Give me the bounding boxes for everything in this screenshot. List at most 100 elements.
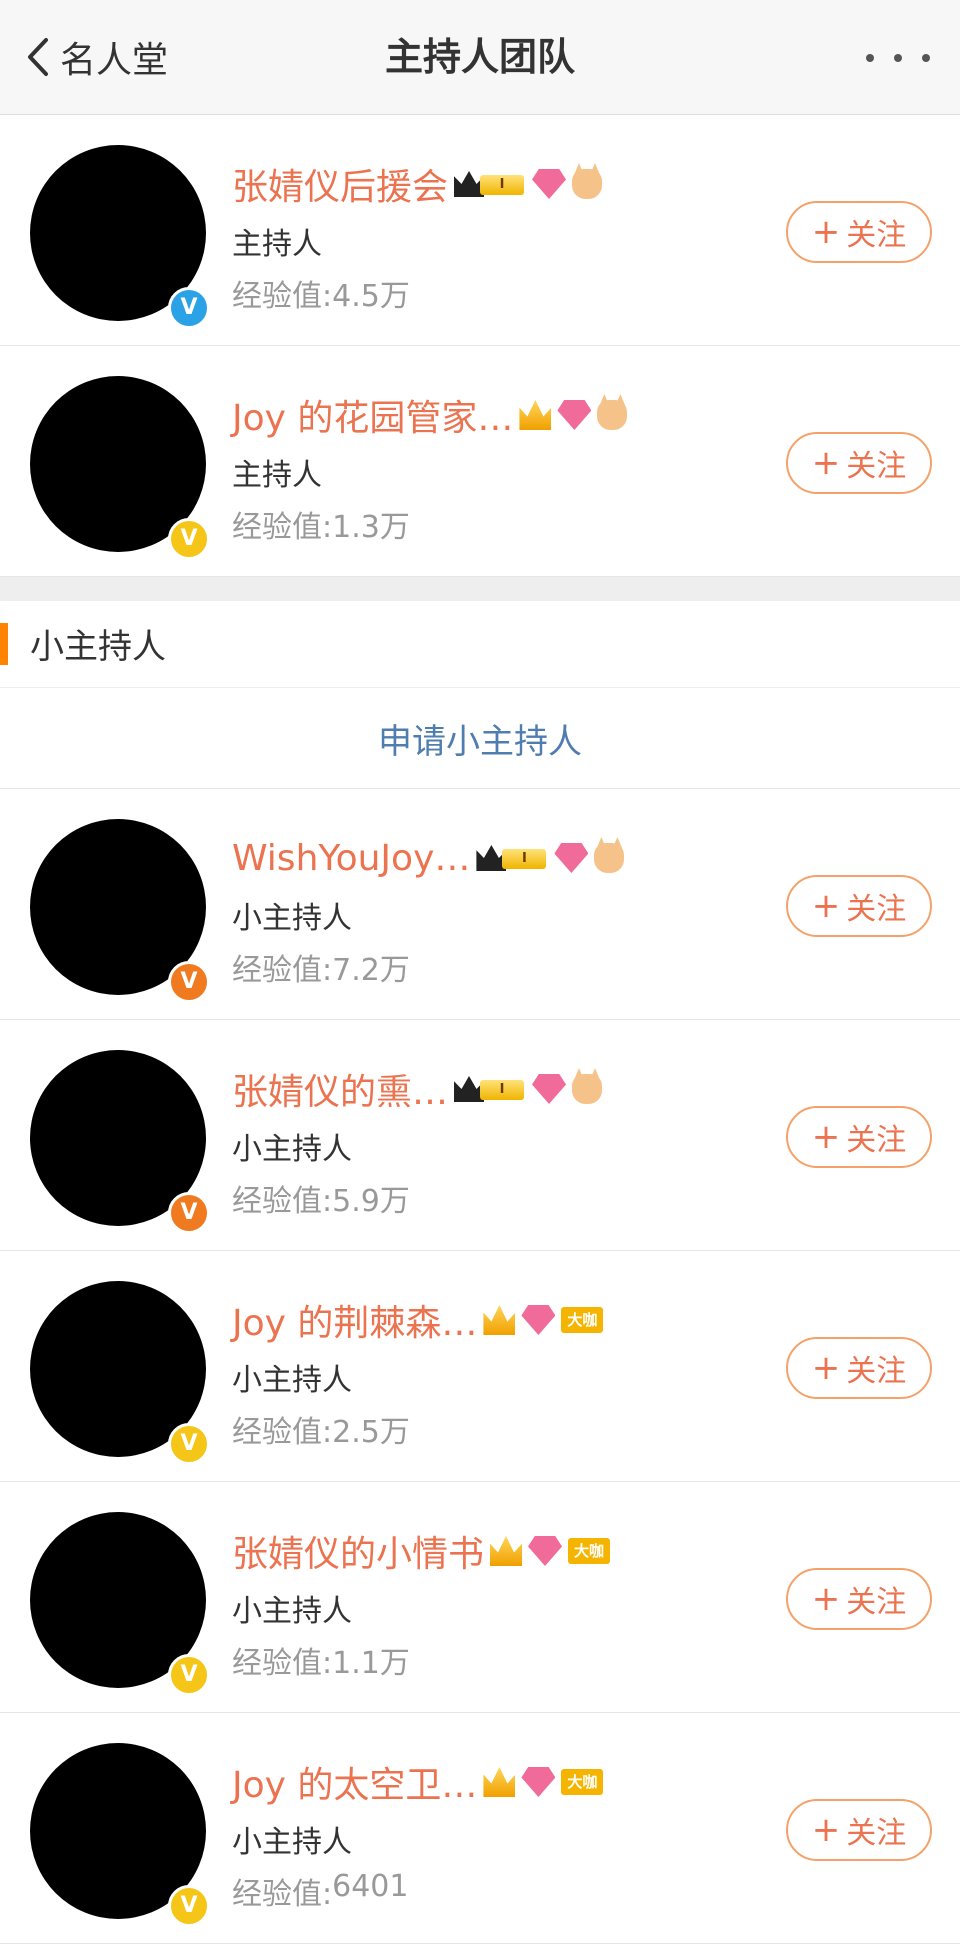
- username-line: Joy 的花园管家…: [232, 390, 633, 440]
- experience-label: 经验值:: [232, 1184, 333, 1219]
- user-role: 主持人: [232, 227, 322, 262]
- plus-icon: +: [811, 1117, 841, 1157]
- experience-value: 1.3万: [332, 510, 410, 545]
- gem-level-icon: [557, 400, 592, 430]
- user-badges: I: [476, 843, 630, 873]
- user-role: 小主持人: [232, 1132, 352, 1167]
- follow-button[interactable]: + 关注: [786, 432, 932, 494]
- user-row[interactable]: V Joy 的花园管家… 主持人经验值: 1.3万 + 关注: [0, 346, 960, 577]
- crown-level-icon: I: [454, 169, 526, 199]
- experience: 经验值: 4.5万: [232, 271, 410, 315]
- username[interactable]: 张婧仪的小情书: [232, 1525, 484, 1577]
- username[interactable]: Joy 的荆棘森…: [232, 1294, 477, 1346]
- user-row[interactable]: V 张婧仪的熏… I 小主持人经验值: 5.9万 + 关注: [0, 1020, 960, 1251]
- follow-button[interactable]: + 关注: [786, 1799, 932, 1861]
- username-line: Joy 的荆棘森… 大咖: [232, 1295, 609, 1345]
- chevron-left-icon: [28, 38, 48, 76]
- experience-value: 7.2万: [332, 953, 410, 988]
- follow-label: 关注: [846, 218, 907, 253]
- follow-button[interactable]: + 关注: [786, 1568, 932, 1630]
- username[interactable]: 张婧仪的熏…: [232, 1063, 448, 1115]
- user-badges: [519, 400, 633, 430]
- username[interactable]: 张婧仪后援会: [232, 158, 448, 210]
- user-role: 主持人: [232, 458, 322, 493]
- section-accent-bar: [0, 623, 8, 665]
- plus-icon: +: [811, 1348, 841, 1388]
- user-badges: 大咖: [483, 1767, 609, 1797]
- crown-level-icon: I: [454, 1074, 526, 1104]
- gem-level-icon: [521, 1305, 556, 1335]
- experience: 经验值: 1.3万: [232, 502, 410, 546]
- follow-label: 关注: [846, 1816, 907, 1851]
- follow-label: 关注: [846, 1354, 907, 1389]
- user-role: 小主持人: [232, 1594, 352, 1629]
- user-row[interactable]: V 张婧仪后援会 I 主持人经验值: 4.5万 + 关注: [0, 115, 960, 346]
- top-navigation-bar: 名人堂 主持人团队: [0, 0, 960, 115]
- apply-small-host-link[interactable]: 申请小主持人: [378, 714, 582, 763]
- level-text: I: [480, 175, 525, 195]
- plus-icon: +: [811, 886, 841, 926]
- follow-button[interactable]: + 关注: [786, 201, 932, 263]
- back-button[interactable]: 名人堂: [26, 30, 168, 84]
- user-badges: I: [454, 1074, 608, 1104]
- experience-value: 5.9万: [332, 1184, 410, 1219]
- follow-button[interactable]: + 关注: [786, 1337, 932, 1399]
- crown-icon: [483, 1305, 516, 1335]
- apply-row: 申请小主持人: [0, 688, 960, 789]
- section-header: 小主持人: [0, 601, 960, 688]
- cat-icon: [572, 169, 603, 199]
- host-list: V 张婧仪后援会 I 主持人 经验值: 4.5万 + 关注 V Joy 的花园管家… 主持人 经验值…: [0, 115, 960, 577]
- username-line: 张婧仪的熏… I: [232, 1064, 608, 1114]
- verified-v-icon: V: [168, 961, 210, 1003]
- cat-icon: [594, 843, 625, 873]
- crown-icon: [490, 1536, 523, 1566]
- experience: 经验值: 1.1万: [232, 1638, 410, 1682]
- gem-level-icon: [554, 843, 589, 873]
- verified-v-icon: V: [168, 1423, 210, 1465]
- follow-button[interactable]: + 关注: [786, 875, 932, 937]
- plus-icon: +: [811, 443, 841, 483]
- username-line: Joy 的太空卫… 大咖: [232, 1757, 609, 1807]
- user-role: 小主持人: [232, 901, 352, 936]
- experience: 经验值: 2.5万: [232, 1407, 410, 1451]
- follow-label: 关注: [846, 1585, 907, 1620]
- section-divider: [0, 577, 960, 601]
- username[interactable]: WishYouJoy…: [232, 838, 470, 879]
- username[interactable]: Joy 的太空卫…: [232, 1756, 477, 1808]
- user-role: 小主持人: [232, 1363, 352, 1398]
- user-badges: 大咖: [483, 1305, 609, 1335]
- experience-label: 经验值:: [232, 1877, 333, 1912]
- username-line: 张婧仪后援会 I: [232, 159, 608, 209]
- experience-label: 经验值:: [232, 510, 333, 545]
- experience-value: 2.5万: [332, 1415, 410, 1450]
- level-text: I: [502, 849, 547, 869]
- more-options-button[interactable]: [866, 40, 930, 76]
- username[interactable]: Joy 的花园管家…: [232, 389, 513, 441]
- daka-badge: 大咖: [568, 1538, 611, 1564]
- follow-label: 关注: [846, 892, 907, 927]
- experience-label: 经验值:: [232, 953, 333, 988]
- crown-icon: [519, 400, 552, 430]
- plus-icon: +: [811, 212, 841, 252]
- experience: 经验值: 7.2万: [232, 945, 410, 989]
- user-row[interactable]: V WishYouJoy… I 小主持人经验值: 7.2万 + 关注: [0, 789, 960, 1020]
- username-line: WishYouJoy… I: [232, 833, 630, 883]
- cat-icon: [572, 1074, 603, 1104]
- user-row[interactable]: V 张婧仪的小情书 大咖 小主持人 经验值: 1.1万 + 关注: [0, 1482, 960, 1713]
- crown-icon: [483, 1767, 516, 1797]
- experience: 经验值: 6401: [232, 1869, 408, 1913]
- user-row[interactable]: V Joy 的荆棘森… 大咖小主持人经验值: 2.5万 + 关注: [0, 1251, 960, 1482]
- section-title: 小主持人: [30, 627, 166, 667]
- gem-level-icon: [528, 1536, 563, 1566]
- verified-v-icon: V: [168, 518, 210, 560]
- verified-v-icon: V: [168, 287, 210, 329]
- verified-v-icon: V: [168, 1192, 210, 1234]
- cat-icon: [597, 400, 628, 430]
- user-row[interactable]: V Joy 的太空卫… 大咖 小主持人 经验值: 6401 + 关注: [0, 1713, 960, 1944]
- follow-button[interactable]: + 关注: [786, 1106, 932, 1168]
- follow-label: 关注: [846, 1123, 907, 1158]
- small-host-list: V WishYouJoy… I 小主持人 经验值: 7.2万 + 关注 V 张婧仪的熏… I 小主持…: [0, 789, 960, 1944]
- verified-v-icon: V: [168, 1885, 210, 1927]
- gem-level-icon: [521, 1767, 556, 1797]
- experience: 经验值: 5.9万: [232, 1176, 410, 1220]
